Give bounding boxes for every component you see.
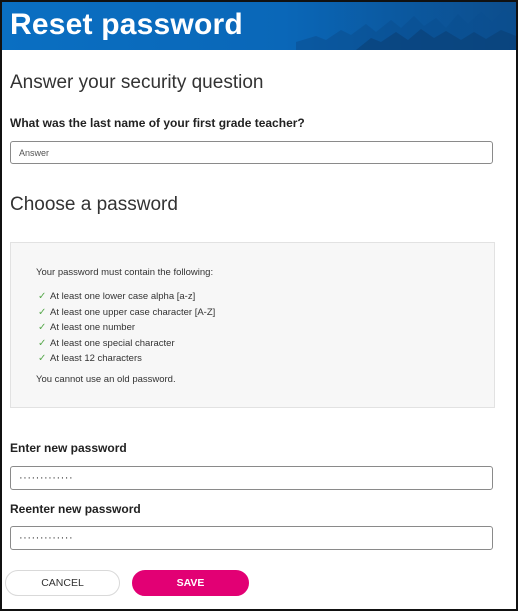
check-icon: ✓: [38, 353, 47, 364]
requirements-list: ✓ At least one lower case alpha [a-z] ✓ At…: [38, 289, 215, 367]
requirement-item: ✓ At least one special character: [38, 336, 215, 352]
new-password-value: ·············: [19, 472, 74, 484]
reenter-password-label: Reenter new password: [10, 502, 141, 516]
requirement-item: ✓ At least 12 characters: [38, 351, 215, 367]
security-question-heading: Answer your security question: [10, 72, 264, 93]
requirement-item: ✓ At least one lower case alpha [a-z]: [38, 289, 215, 305]
page-title: Reset password: [10, 8, 243, 41]
security-question-label: What was the last name of your first gra…: [10, 116, 305, 130]
save-button[interactable]: SAVE: [132, 570, 249, 596]
requirement-text: At least one special character: [50, 337, 175, 349]
requirements-intro: Your password must contain the following…: [36, 267, 214, 278]
check-icon: ✓: [38, 322, 47, 333]
header-banner: Reset password: [2, 2, 516, 50]
reset-password-dialog: Reset password Answer your security ques…: [0, 0, 518, 611]
password-requirements-panel: Your password must contain the following…: [10, 242, 495, 408]
old-password-note: You cannot use an old password.: [36, 374, 176, 385]
reenter-password-input[interactable]: ·············: [10, 526, 493, 550]
requirement-text: At least 12 characters: [50, 353, 142, 364]
cancel-button[interactable]: CANCEL: [5, 570, 120, 596]
requirement-text: At least one number: [50, 322, 136, 333]
reenter-password-value: ·············: [19, 532, 74, 544]
new-password-input[interactable]: ·············: [10, 466, 493, 490]
check-icon: ✓: [38, 291, 47, 302]
requirement-item: ✓ At least one upper case character [A-Z]: [38, 305, 215, 321]
new-password-label: Enter new password: [10, 441, 127, 455]
requirement-text: At least one upper case character [A-Z]: [50, 306, 216, 318]
requirement-item: ✓ At least one number: [38, 320, 215, 336]
check-icon: ✓: [38, 306, 47, 318]
choose-password-heading: Choose a password: [10, 194, 178, 215]
check-icon: ✓: [38, 337, 47, 349]
security-answer-placeholder: Answer: [19, 147, 50, 158]
forest-silhouette-graphic: [296, 10, 516, 50]
security-answer-input[interactable]: Answer: [10, 141, 493, 164]
requirement-text: At least one lower case alpha [a-z]: [50, 291, 196, 302]
